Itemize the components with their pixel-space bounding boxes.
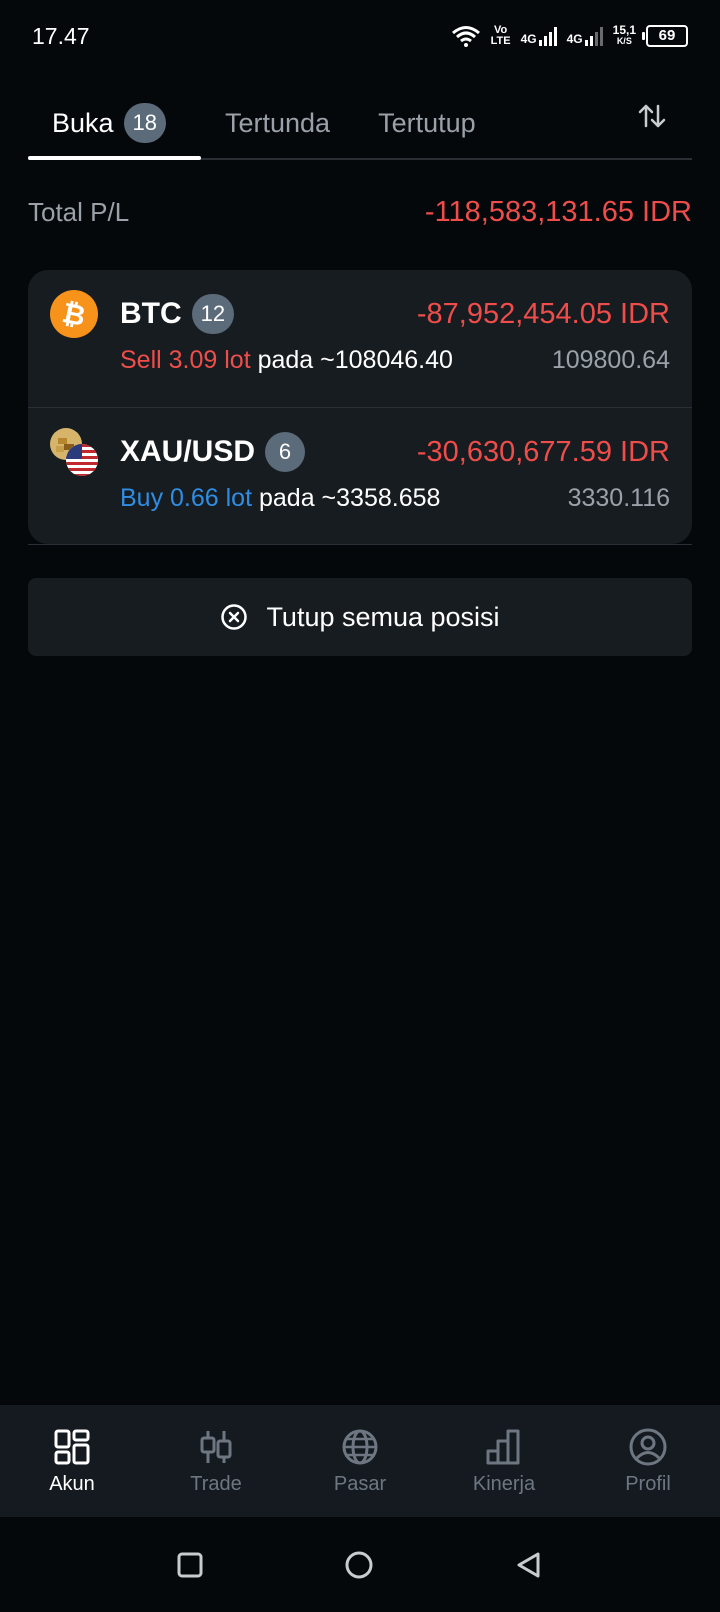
tab-buka[interactable]: Buka 18 [28, 88, 201, 160]
gold-usd-icon [50, 428, 98, 476]
bar-chart-icon [486, 1429, 520, 1464]
speed-value: 15,1 [612, 23, 636, 37]
wifi-icon [451, 26, 480, 47]
position-side: Buy 0.66 lot [120, 484, 253, 512]
home-icon[interactable] [344, 1550, 374, 1580]
network-speed: 15,1 K/S [612, 23, 636, 47]
position-open-price: pada ~108046.40 [257, 346, 453, 374]
position-pl: -87,952,454.05 IDR [416, 297, 670, 330]
nav-label: Akun [49, 1472, 95, 1495]
position-current-price: 3330.116 [567, 484, 670, 512]
total-pl-row: Total P/L -118,583,131.65 IDR [28, 196, 692, 229]
nav-pasar[interactable]: Pasar [288, 1427, 432, 1496]
tab-count-badge: 18 [123, 103, 167, 143]
signal-1: 4G [521, 26, 557, 46]
account-grid-icon [54, 1429, 90, 1464]
recent-apps-icon[interactable] [176, 1551, 204, 1579]
globe-icon [342, 1429, 378, 1464]
volte-indicator: Vo LTE [491, 25, 511, 47]
nav-label: Trade [190, 1472, 242, 1495]
nav-akun[interactable]: Akun [0, 1427, 144, 1496]
signal-bars-icon [584, 26, 603, 46]
bitcoin-icon: ₿ [50, 290, 98, 338]
total-pl-value: -118,583,131.65 IDR [424, 196, 692, 228]
nav-profil[interactable]: Profil [576, 1427, 720, 1496]
close-all-positions-button[interactable]: Tutup semua posisi [28, 578, 692, 656]
tab-tertunda[interactable]: Tertunda [225, 88, 330, 158]
position-open-price: pada ~3358.658 [258, 484, 441, 512]
position-count-badge: 12 [191, 294, 235, 334]
total-pl-label: Total P/L [28, 197, 130, 227]
signal-2: 4G [567, 26, 603, 46]
tab-label: Buka [52, 107, 114, 138]
positions-card: ₿ BTC 12 -87,952,454.05 IDR Sell 3.09 lo… [28, 270, 692, 544]
battery-icon: 69 [642, 25, 688, 47]
divider [28, 544, 692, 545]
position-current-price: 109800.64 [551, 346, 670, 374]
back-icon[interactable] [514, 1550, 544, 1580]
network-type-2: 4G [566, 32, 583, 46]
bottom-navigation: Akun Trade Pasar Kinerja Profil [0, 1405, 720, 1517]
tab-tertutup[interactable]: Tertutup [378, 88, 476, 158]
signal-bars-icon [538, 26, 557, 46]
position-pl: -30,630,677.59 IDR [416, 435, 670, 468]
system-navigation-bar [0, 1517, 720, 1612]
close-circle-icon [221, 604, 248, 630]
position-row-btc[interactable]: ₿ BTC 12 -87,952,454.05 IDR Sell 3.09 lo… [28, 270, 692, 407]
candlestick-icon [200, 1430, 232, 1463]
nav-label: Profil [625, 1472, 671, 1495]
status-bar: 17.47 Vo LTE 4G 4G 15,1 K/S 69 [0, 0, 720, 72]
speed-unit: K/S [616, 36, 632, 46]
position-row-xauusd[interactable]: XAU/USD 6 -30,630,677.59 IDR Buy 0.66 lo… [28, 407, 692, 544]
nav-label: Pasar [333, 1472, 387, 1495]
status-icons: Vo LTE 4G 4G 15,1 K/S 69 [451, 23, 688, 47]
nav-kinerja[interactable]: Kinerja [432, 1427, 576, 1496]
volte-bottom: LTE [490, 35, 511, 47]
position-tabs: Buka 18 Tertunda Tertutup [28, 88, 692, 160]
symbol-name: XAU/USD [120, 435, 256, 468]
position-side: Sell 3.09 lot [120, 346, 251, 374]
sort-arrows-icon[interactable] [636, 100, 668, 132]
status-time: 17.47 [32, 22, 90, 49]
position-count-badge: 6 [265, 432, 306, 472]
close-all-label: Tutup semua posisi [266, 601, 500, 632]
symbol-name: BTC [120, 297, 182, 330]
profile-icon [629, 1428, 667, 1465]
nav-trade[interactable]: Trade [144, 1427, 288, 1496]
network-type-1: 4G [520, 32, 537, 46]
nav-label: Kinerja [472, 1472, 536, 1495]
